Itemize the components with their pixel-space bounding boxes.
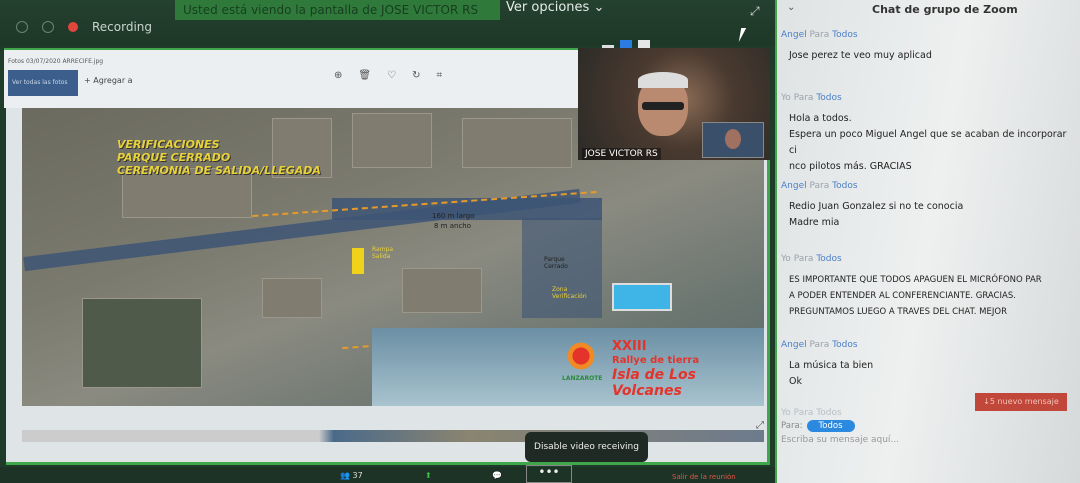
message-line: Madre mia: [789, 217, 840, 228]
message-line: PREGUNTAMOS LUEGO A TRAVES DEL CHAT. MEJ…: [789, 307, 1007, 317]
disable-video-tooltip: Disable video receiving: [525, 432, 648, 462]
info-icon[interactable]: [16, 21, 28, 33]
chat-message-input[interactable]: Escriba su mensaje aquí...: [781, 435, 899, 445]
message-line: Espera un poco Miguel Angel que se acaba…: [789, 129, 1067, 156]
new-messages-button[interactable]: ↓5 nuevo mensaje: [975, 393, 1067, 411]
map-title-line: VERIFICACIONES: [117, 138, 220, 151]
add-to-label: Agregar a: [93, 76, 133, 85]
screen-share-banner: Usted está viendo la pantalla de JOSE VI…: [175, 0, 500, 20]
security-icon[interactable]: [42, 21, 54, 33]
favorite-icon[interactable]: ♡: [387, 70, 396, 81]
ramp-label: Rampa Salida: [372, 246, 394, 260]
recipient: Todos: [816, 93, 842, 103]
sender: Angel: [781, 340, 807, 350]
window-controls: [602, 40, 650, 48]
add-to-button[interactable]: + Agregar a: [84, 76, 133, 85]
message-line: La música ta bien: [789, 360, 874, 371]
message-line: Hola a todos.: [789, 113, 852, 124]
close-icon[interactable]: [638, 40, 650, 48]
crop-icon[interactable]: ⌗: [436, 70, 442, 81]
chat-message: Angel Para Todos Jose perez te veo muy a…: [781, 30, 1076, 64]
zoom-icon[interactable]: ⊕: [334, 70, 342, 81]
chat-message: Yo Para Todos ES IMPORTANTE QUE TODOS AP…: [781, 254, 1076, 320]
view-options-dropdown[interactable]: Ver opciones ⌄: [506, 0, 604, 15]
sender: Angel: [781, 181, 807, 191]
chat-message: Yo Para Todos Hola a todos. Espera un poc…: [781, 93, 1076, 175]
self-view-thumbnail[interactable]: [702, 122, 764, 158]
recipient: Todos: [832, 181, 858, 191]
meeting-toolbar: 👥 37 ⬆ 💬: [0, 467, 775, 483]
message-line: Ok: [789, 376, 802, 387]
photo-viewer-toolbar: Fotos 03/07/2020 ARRECIFE.jpg Ver todas …: [4, 48, 578, 108]
verification-label: Zona Verificación: [552, 286, 587, 300]
filmstrip: [22, 430, 764, 442]
para: Para: [809, 340, 830, 350]
recipient: Todos: [832, 30, 858, 40]
message-line: ES IMPORTANTE QUE TODOS APAGUEN EL MICRÓ…: [789, 275, 1042, 285]
file-name: Fotos 03/07/2020 ARRECIFE.jpg: [8, 58, 104, 65]
last-sender: Yo Para Todos: [781, 408, 842, 418]
para: Para: [793, 254, 814, 264]
logo-line2: Isla de Los Volcanes: [612, 367, 696, 399]
fullscreen-icon[interactable]: ⤢: [750, 4, 760, 19]
logo-line1: Rallye de tierra: [612, 355, 700, 366]
video-tile[interactable]: JOSE VICTOR RS: [578, 48, 770, 160]
chat-panel: ⌄ Chat de grupo de Zoom Angel Para Todos…: [775, 0, 1080, 483]
message-line: nco pilotos más. GRACIAS: [789, 161, 912, 172]
chat-message: Angel Para Todos Redio Juan Gonzalez si …: [781, 181, 1076, 231]
parc-label: Parque Cerrado: [544, 256, 568, 270]
recipient: Todos: [816, 254, 842, 264]
more-button[interactable]: •••: [526, 465, 572, 483]
length-label: 160 m largo: [432, 212, 475, 220]
message-line: A PODER ENTENDER AL CONFERENCIANTE. GRAC…: [789, 291, 1016, 301]
logo-org: LANZAROTE: [562, 375, 603, 382]
map-title: VERIFICACIONES PARQUE CERRADO CEREMONIA …: [117, 138, 321, 177]
rally-logo: LANZAROTE XXIII Rallye de tierra Isla de…: [552, 333, 752, 399]
sender: Angel: [781, 30, 807, 40]
participants-count: 37: [352, 471, 363, 480]
width-label: 8 m ancho: [434, 222, 472, 230]
sun-logo-icon: [564, 339, 598, 373]
chat-title: Chat de grupo de Zoom: [872, 3, 1018, 16]
delete-icon[interactable]: 🗑: [358, 70, 371, 81]
message-line: Jose perez te veo muy aplicad: [789, 50, 932, 61]
map-title-line: PARQUE CERRADO: [117, 151, 231, 164]
recipient: Todos: [832, 340, 858, 350]
para: Para: [809, 181, 830, 191]
view-options-label: Ver opciones: [506, 0, 590, 15]
recording-icon: [68, 22, 78, 32]
para: Para: [793, 93, 814, 103]
shared-image-frame: VERIFICACIONES PARQUE CERRADO CEREMONIA …: [6, 108, 770, 465]
para: Para: [809, 30, 830, 40]
view-all-photos-button[interactable]: Ver todas las fotos: [8, 70, 78, 96]
chat-composer: Yo Para Todos Para: Todos Escriba su mens…: [781, 408, 899, 445]
chevron-down-icon: ⌄: [593, 0, 605, 15]
share-screen-icon[interactable]: ⬆: [425, 471, 432, 480]
participants-icon: 👥: [340, 471, 350, 480]
message-line: Redio Juan Gonzalez si no te conocia: [789, 201, 964, 212]
to-label: Para:: [781, 421, 803, 431]
leave-meeting-button[interactable]: Salir de la reunión: [672, 473, 736, 481]
rotate-icon[interactable]: ↻: [412, 70, 420, 81]
participant-name: JOSE VICTOR RS: [582, 148, 661, 160]
recording-label: Recording: [92, 20, 153, 34]
sender: Yo: [781, 93, 791, 103]
logo-edition: XXIII: [612, 339, 647, 354]
participants-button[interactable]: 👥 37: [340, 471, 363, 480]
chat-icon[interactable]: 💬: [492, 471, 502, 480]
maximize-icon[interactable]: [620, 40, 632, 48]
recipient-dropdown[interactable]: Todos: [806, 420, 855, 432]
sender: Yo: [781, 254, 791, 264]
chat-message: Angel Para Todos La música ta bien Ok: [781, 340, 1076, 390]
chevron-down-icon[interactable]: ⌄: [787, 2, 795, 13]
map-title-line: CEREMONIA DE SALIDA/LLEGADA: [117, 164, 321, 177]
